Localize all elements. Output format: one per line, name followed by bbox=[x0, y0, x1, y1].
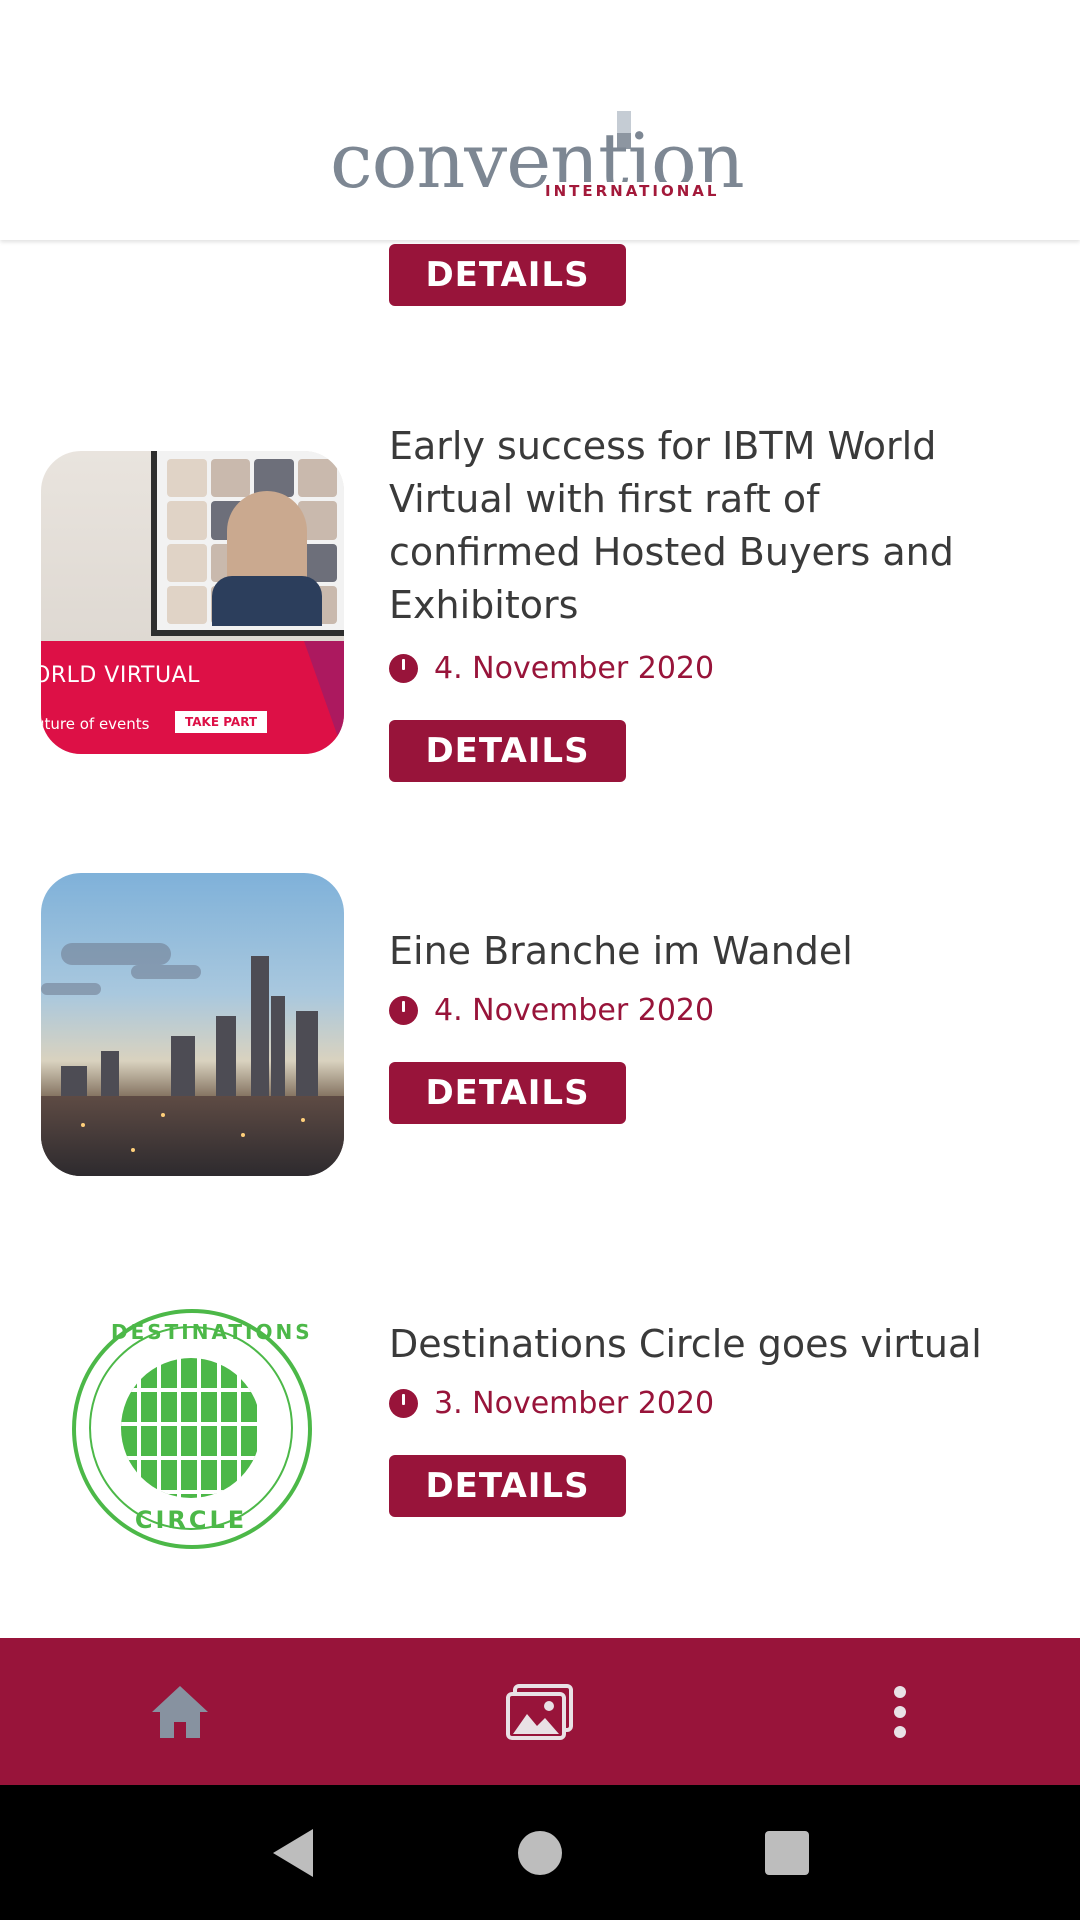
article-date: 4. November 2020 bbox=[389, 993, 714, 1028]
back-icon bbox=[273, 1828, 314, 1877]
ibtm-banner bbox=[41, 641, 344, 754]
system-navigation-bar bbox=[0, 1785, 1080, 1920]
logo-text-top: DESTINATIONS bbox=[111, 1320, 313, 1344]
take-part-badge: TAKE PART bbox=[175, 711, 268, 733]
ibtm-banner-text: ORLD VIRTUAL bbox=[41, 663, 200, 688]
system-home-button[interactable] bbox=[500, 1813, 580, 1893]
destinations-circle-thumbnail[interactable]: DESTINATIONS CIRCLE bbox=[41, 1278, 344, 1581]
system-back-button[interactable] bbox=[253, 1813, 333, 1893]
more-vert-icon bbox=[894, 1685, 906, 1738]
bottom-navigation bbox=[0, 1638, 1080, 1785]
details-button[interactable]: DETAILS bbox=[389, 1062, 626, 1124]
home-icon bbox=[152, 1685, 208, 1738]
ibtm-thumbnail[interactable]: ORLD VIRTUAL uture of events TAKE PART bbox=[41, 451, 344, 754]
globe-icon bbox=[121, 1358, 261, 1498]
convention-international-logo: convention INTERNATIONAL bbox=[330, 105, 750, 205]
app-screen: convention INTERNATIONAL DETAILS ORLD VI… bbox=[0, 0, 1080, 1920]
article-title[interactable]: Eine Branche im Wandel bbox=[389, 925, 1009, 978]
article-date-text: 4. November 2020 bbox=[434, 993, 715, 1028]
details-button[interactable]: DETAILS bbox=[389, 720, 626, 782]
article-title[interactable]: Destinations Circle goes virtual bbox=[389, 1318, 1009, 1371]
system-recents-button[interactable] bbox=[747, 1813, 827, 1893]
more-button[interactable] bbox=[840, 1662, 960, 1762]
ibtm-banner-subtext: uture of events bbox=[41, 715, 150, 733]
article-date-text: 4. November 2020 bbox=[434, 651, 715, 686]
recents-icon bbox=[764, 1830, 809, 1875]
clock-icon bbox=[389, 996, 418, 1025]
logo-subtitle: INTERNATIONAL bbox=[543, 182, 722, 200]
details-button[interactable]: DETAILS bbox=[389, 244, 626, 306]
article-date: 3. November 2020 bbox=[389, 1386, 714, 1421]
article-title[interactable]: Early success for IBTM World Virtual wit… bbox=[389, 420, 1009, 632]
clock-icon bbox=[389, 654, 418, 683]
logo-text-bottom: CIRCLE bbox=[134, 1506, 248, 1534]
article-date: 4. November 2020 bbox=[389, 651, 714, 686]
gallery-button[interactable] bbox=[480, 1662, 600, 1762]
frankfurt-skyline-thumbnail[interactable] bbox=[41, 873, 344, 1176]
article-date-text: 3. November 2020 bbox=[434, 1386, 715, 1421]
home-button[interactable] bbox=[120, 1662, 240, 1762]
news-list[interactable]: DETAILS ORLD VIRTUAL uture of events TAK… bbox=[0, 240, 1080, 1638]
app-header: convention INTERNATIONAL bbox=[0, 0, 1080, 240]
gallery-icon bbox=[506, 1683, 573, 1740]
laptop-video-call-image bbox=[151, 451, 344, 636]
clock-icon bbox=[389, 1389, 418, 1418]
details-button[interactable]: DETAILS bbox=[389, 1455, 626, 1517]
home-circle-icon bbox=[517, 1830, 562, 1875]
